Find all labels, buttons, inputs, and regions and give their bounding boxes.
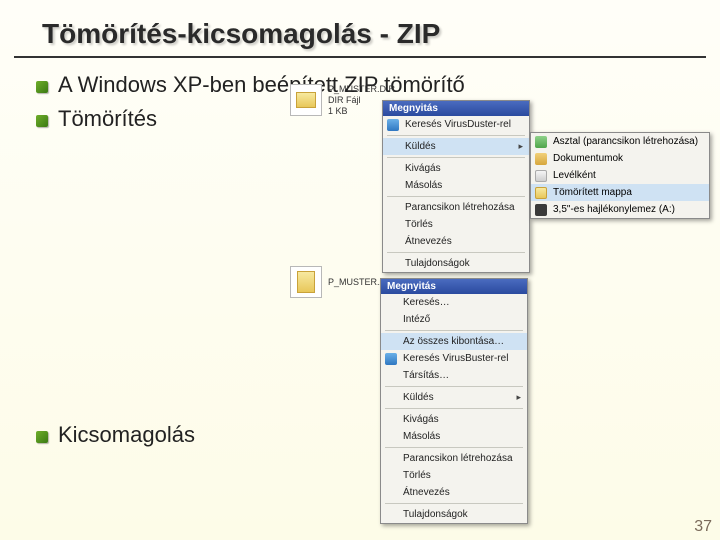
menu-item[interactable]: Intéző: [381, 311, 527, 328]
menu-item[interactable]: Levélként: [531, 167, 709, 184]
menu-item[interactable]: Társítás…: [381, 367, 527, 384]
bullet-text: Tömörítés: [58, 106, 157, 132]
bullet-text: A Windows XP-ben beépített ZIP tömörítő: [58, 72, 465, 98]
bullet-icon: [36, 431, 48, 443]
menu-item[interactable]: Keresés VirusBuster-rel: [381, 350, 527, 367]
context-submenu: Asztal (parancsikon létrehozása) Dokumen…: [530, 132, 710, 219]
shield-icon: [387, 119, 399, 131]
file-item[interactable]: P_MUSTER.zip: [290, 266, 391, 298]
bullet-icon: [36, 81, 48, 93]
bullet-text: Kicsomagolás: [58, 422, 195, 448]
context-menu: Megnyitás Keresés… Intéző Az összes kibo…: [380, 278, 528, 524]
menu-item[interactable]: Parancsikon létrehozása: [383, 199, 529, 216]
menu-item[interactable]: Másolás: [383, 177, 529, 194]
desktop-icon: [535, 136, 547, 148]
mail-icon: [535, 170, 547, 182]
context-menu: Megnyitás Keresés VirusDuster-rel Küldés…: [382, 100, 530, 273]
menu-item-extract-all[interactable]: Az összes kibontása…: [381, 333, 527, 350]
menu-item[interactable]: Átnevezés: [383, 233, 529, 250]
menu-item[interactable]: Törlés: [381, 467, 527, 484]
menu-item[interactable]: Tulajdonságok: [383, 255, 529, 272]
zip-file-icon: [290, 266, 322, 298]
folder-icon: [290, 84, 322, 116]
menu-item[interactable]: Dokumentumok: [531, 150, 709, 167]
menu-item[interactable]: Másolás: [381, 428, 527, 445]
zip-icon: [535, 187, 547, 199]
menu-item[interactable]: Törlés: [383, 216, 529, 233]
menu-item-send-to[interactable]: Küldés: [383, 138, 529, 155]
menu-header: Megnyitás: [383, 101, 529, 116]
menu-item[interactable]: Keresés…: [381, 294, 527, 311]
menu-item[interactable]: Kivágás: [381, 411, 527, 428]
bullet-item: Kicsomagolás: [36, 422, 720, 448]
menu-item-compressed-folder[interactable]: Tömörített mappa: [531, 184, 709, 201]
shield-icon: [385, 353, 397, 365]
menu-item[interactable]: 3,5"-es hajlékonylemez (A:): [531, 201, 709, 218]
menu-item[interactable]: Kivágás: [383, 160, 529, 177]
menu-item[interactable]: Átnevezés: [381, 484, 527, 501]
menu-item[interactable]: Parancsikon létrehozása: [381, 450, 527, 467]
bullet-list: A Windows XP-ben beépített ZIP tömörítő …: [0, 72, 720, 448]
bullet-icon: [36, 115, 48, 127]
slide-number: 37: [694, 518, 712, 536]
slide-title: Tömörítés-kicsomagolás - ZIP: [14, 0, 706, 58]
file-name: P_MUSTER.DIR: [328, 84, 395, 95]
menu-item-send-to[interactable]: Küldés: [381, 389, 527, 406]
menu-item[interactable]: Asztal (parancsikon létrehozása): [531, 133, 709, 150]
file-item[interactable]: P_MUSTER.DIR DIR Fájl 1 KB: [290, 84, 395, 116]
floppy-icon: [535, 204, 547, 216]
menu-item[interactable]: Keresés VirusDuster-rel: [383, 116, 529, 133]
menu-item[interactable]: Tulajdonságok: [381, 506, 527, 523]
menu-header: Megnyitás: [381, 279, 527, 294]
documents-icon: [535, 153, 547, 165]
